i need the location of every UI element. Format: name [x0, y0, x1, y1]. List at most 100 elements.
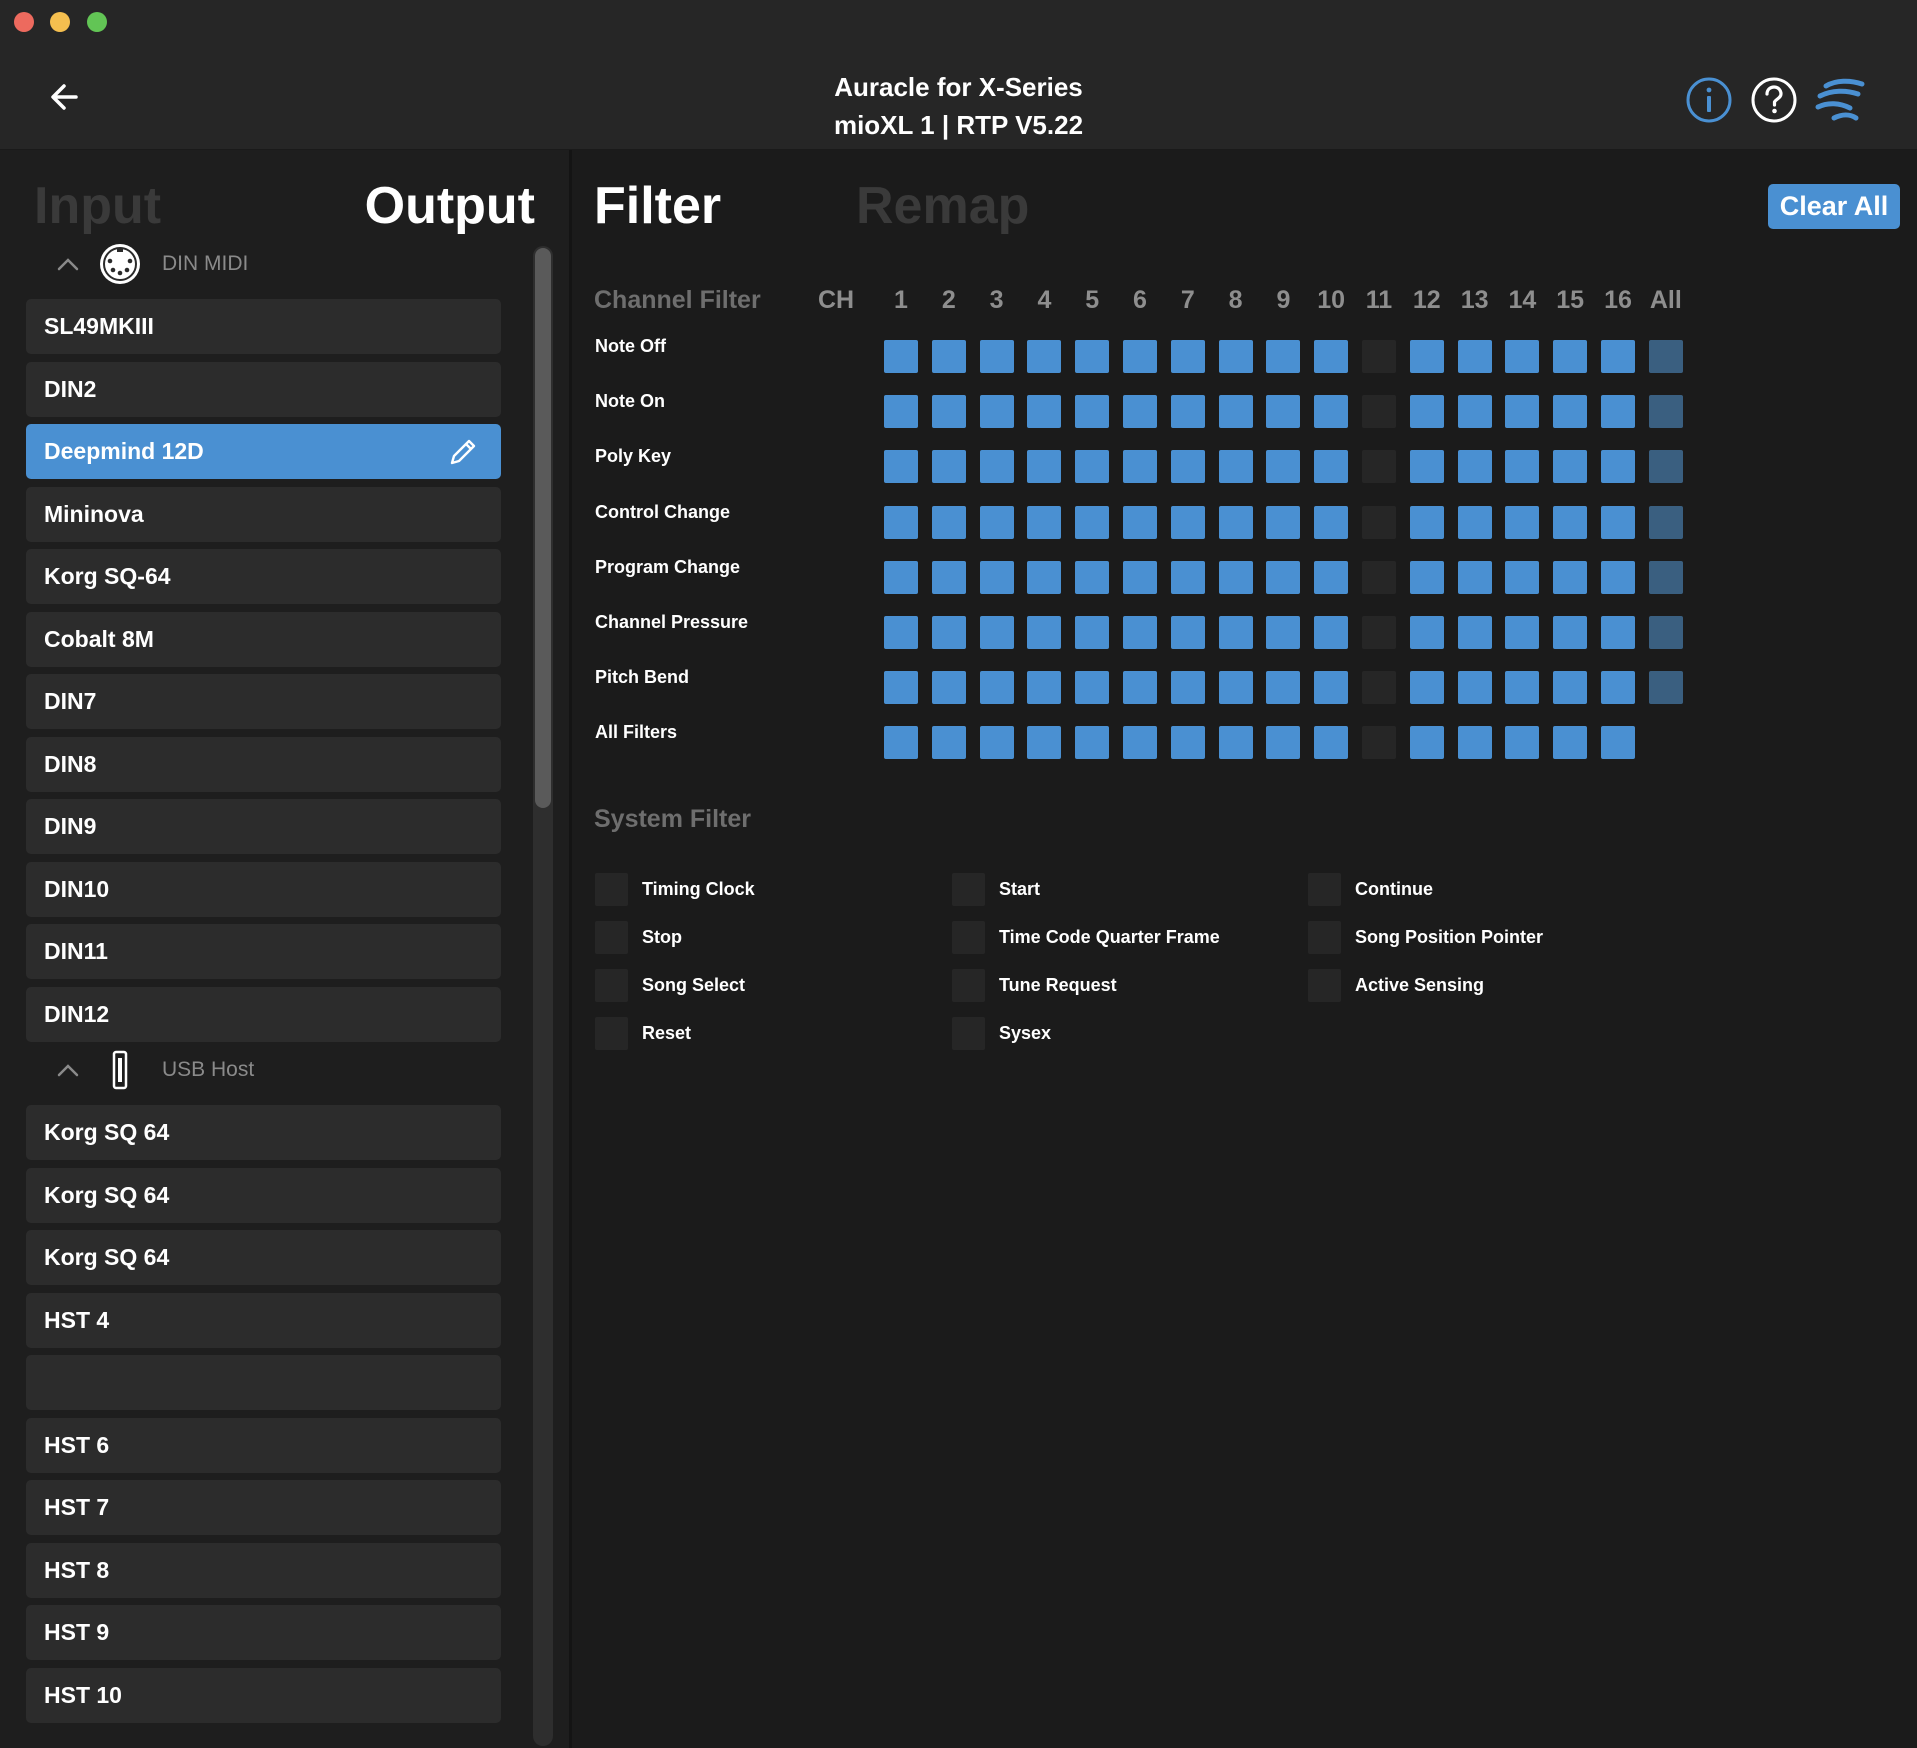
channel-filter-toggle[interactable] [1027, 450, 1062, 484]
device-item[interactable]: DIN7 [26, 674, 501, 729]
channel-filter-toggle[interactable] [1123, 671, 1157, 705]
channel-filter-toggle[interactable] [1409, 395, 1444, 429]
channel-filter-toggle[interactable] [1601, 671, 1635, 705]
channel-filter-toggle[interactable] [1075, 616, 1110, 649]
channel-filter-toggle[interactable] [1505, 616, 1540, 649]
chevron-up-icon[interactable] [56, 1062, 80, 1078]
channel-filter-toggle[interactable] [1266, 671, 1301, 705]
channel-filter-toggle[interactable] [1362, 395, 1396, 429]
channel-filter-toggle[interactable] [1362, 450, 1396, 484]
channel-filter-toggle[interactable] [1553, 340, 1588, 373]
system-filter-option[interactable]: Tune Request [952, 968, 1117, 1002]
channel-filter-toggle[interactable] [1457, 726, 1492, 760]
channel-filter-toggle[interactable] [1266, 560, 1301, 594]
channel-filter-toggle[interactable] [1505, 395, 1540, 429]
channel-filter-toggle[interactable] [1170, 671, 1205, 705]
window-zoom-button[interactable] [87, 12, 107, 32]
system-filter-checkbox[interactable] [595, 968, 628, 1002]
channel-filter-toggle[interactable] [1123, 726, 1157, 760]
channel-filter-toggle[interactable] [1601, 395, 1635, 429]
port-list-scrollbar[interactable] [533, 246, 553, 1746]
channel-filter-toggle[interactable] [1505, 726, 1540, 760]
channel-filter-toggle[interactable] [1266, 395, 1301, 429]
channel-filter-toggle[interactable] [1601, 450, 1635, 484]
device-item[interactable]: HST 10 [26, 1667, 501, 1723]
channel-filter-toggle[interactable] [979, 671, 1014, 705]
channel-filter-toggle[interactable] [931, 395, 966, 429]
channel-filter-toggle[interactable] [1457, 560, 1492, 594]
channel-filter-toggle[interactable] [1409, 671, 1444, 705]
channel-filter-toggle[interactable] [1505, 450, 1540, 484]
channel-filter-toggle[interactable] [931, 726, 966, 760]
channel-filter-toggle[interactable] [1123, 560, 1157, 594]
channel-filter-toggle[interactable] [1123, 505, 1157, 539]
channel-filter-toggle[interactable] [1170, 505, 1205, 539]
channel-filter-toggle[interactable] [931, 340, 966, 373]
channel-filter-toggle[interactable] [1314, 616, 1349, 649]
channel-filter-all-toggle[interactable] [1648, 671, 1683, 705]
channel-filter-toggle[interactable] [1409, 340, 1444, 373]
channel-filter-toggle[interactable] [1601, 616, 1635, 649]
channel-filter-toggle[interactable] [1362, 340, 1396, 373]
channel-filter-toggle[interactable] [1075, 671, 1110, 705]
window-close-button[interactable] [14, 12, 34, 32]
tab-remap[interactable]: Remap [856, 176, 1029, 236]
channel-filter-all-toggle[interactable] [1648, 450, 1683, 484]
channel-filter-toggle[interactable] [1314, 560, 1349, 594]
system-filter-option[interactable]: Active Sensing [1308, 968, 1484, 1002]
channel-filter-toggle[interactable] [1075, 560, 1110, 594]
device-item[interactable]: DIN9 [26, 799, 501, 854]
channel-filter-toggle[interactable] [884, 395, 918, 429]
channel-filter-toggle[interactable] [1027, 560, 1062, 594]
channel-filter-toggle[interactable] [1266, 450, 1301, 484]
channel-filter-toggle[interactable] [1362, 505, 1396, 539]
device-item[interactable]: DIN10 [26, 861, 501, 917]
channel-filter-toggle[interactable] [1170, 450, 1205, 484]
channel-filter-toggle[interactable] [1457, 671, 1492, 705]
system-filter-checkbox[interactable] [595, 920, 628, 954]
device-item[interactable]: DIN8 [26, 736, 501, 792]
channel-filter-toggle[interactable] [1170, 340, 1205, 373]
channel-filter-toggle[interactable] [1266, 616, 1301, 649]
channel-filter-toggle[interactable] [1314, 671, 1349, 705]
device-item[interactable]: DIN12 [26, 986, 501, 1042]
device-item[interactable]: DIN11 [26, 924, 501, 979]
channel-filter-toggle[interactable] [1027, 671, 1062, 705]
help-icon[interactable] [1750, 76, 1798, 124]
channel-filter-toggle[interactable] [1553, 616, 1588, 649]
system-filter-option[interactable]: Song Position Pointer [1308, 920, 1543, 954]
system-filter-checkbox[interactable] [952, 920, 985, 954]
device-item[interactable]: HST 6 [26, 1417, 501, 1473]
channel-filter-toggle[interactable] [931, 616, 966, 649]
device-item[interactable]: DIN2 [26, 361, 501, 417]
scrollbar-thumb[interactable] [535, 248, 551, 808]
system-filter-option[interactable]: Stop [595, 920, 682, 954]
device-item[interactable]: Korg SQ 64 [26, 1167, 501, 1223]
channel-filter-toggle[interactable] [1553, 395, 1588, 429]
channel-filter-toggle[interactable] [979, 505, 1014, 539]
system-filter-option[interactable]: Continue [1308, 872, 1433, 906]
channel-filter-toggle[interactable] [1075, 340, 1110, 373]
channel-filter-toggle[interactable] [1409, 450, 1444, 484]
group-header-usb-host[interactable]: USB Host [26, 1048, 501, 1098]
channel-filter-toggle[interactable] [931, 671, 966, 705]
channel-filter-toggle[interactable] [884, 726, 918, 760]
system-filter-option[interactable]: Song Select [595, 968, 745, 1002]
window-minimize-button[interactable] [50, 12, 70, 32]
system-filter-checkbox[interactable] [595, 872, 628, 906]
channel-filter-toggle[interactable] [931, 450, 966, 484]
device-item[interactable]: HST 7 [26, 1480, 501, 1535]
system-filter-checkbox[interactable] [1308, 920, 1341, 954]
channel-filter-toggle[interactable] [1553, 450, 1588, 484]
device-item[interactable]: SL49MKIII [26, 299, 501, 354]
system-filter-option[interactable]: Time Code Quarter Frame [952, 920, 1220, 954]
channel-filter-toggle[interactable] [1218, 395, 1253, 429]
device-item-empty[interactable] [26, 1355, 501, 1410]
clear-all-button[interactable]: Clear All [1768, 184, 1900, 229]
channel-filter-toggle[interactable] [1409, 616, 1444, 649]
device-item[interactable]: Korg SQ-64 [26, 549, 501, 604]
channel-filter-toggle[interactable] [1362, 671, 1396, 705]
channel-filter-toggle[interactable] [1075, 395, 1110, 429]
channel-filter-toggle[interactable] [1457, 395, 1492, 429]
channel-filter-toggle[interactable] [1218, 560, 1253, 594]
